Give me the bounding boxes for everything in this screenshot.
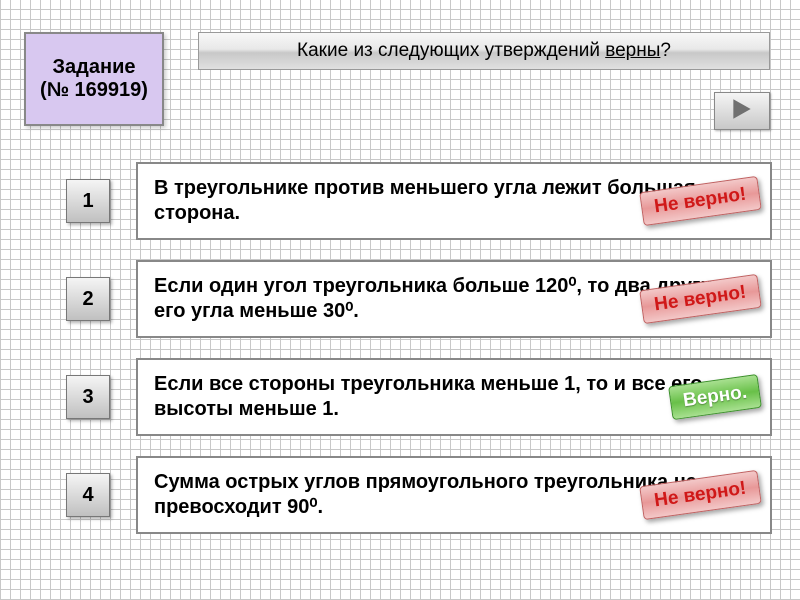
question-bar: Какие из следующих утверждений верны?: [198, 32, 770, 70]
answer-button-2[interactable]: 2: [66, 277, 110, 321]
next-button[interactable]: [714, 92, 770, 130]
answer-button-1[interactable]: 1: [66, 179, 110, 223]
question-underlined: верны: [605, 40, 660, 61]
question-suffix: ?: [660, 40, 671, 61]
task-box: Задание (№ 169919): [24, 32, 164, 126]
answer-button-3[interactable]: 3: [66, 375, 110, 419]
next-arrow-icon: [729, 96, 755, 127]
answer-button-4[interactable]: 4: [66, 473, 110, 517]
task-number: (№ 169919): [40, 79, 148, 102]
question-prefix: Какие из следующих утверждений: [297, 40, 605, 61]
task-label: Задание: [53, 56, 136, 79]
